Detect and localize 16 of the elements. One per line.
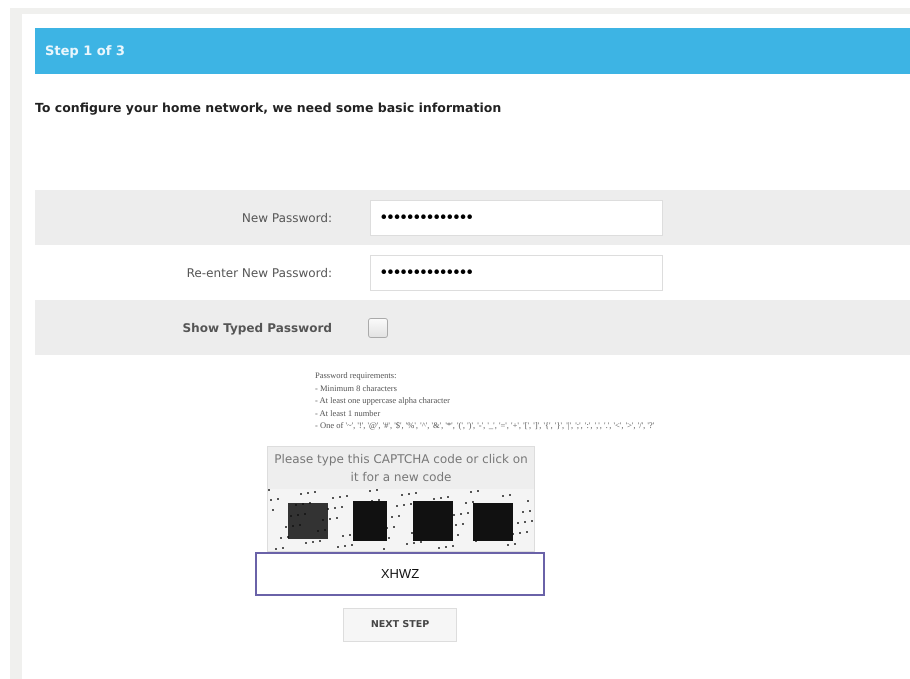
step-title: Step 1 of 3 — [45, 44, 125, 58]
checkbox[interactable] — [368, 318, 388, 338]
password-field[interactable]: •••••••••••••• — [370, 200, 663, 236]
field-label: Show Typed Password — [182, 320, 333, 334]
next-step-button[interactable]: NEXT STEP — [343, 608, 457, 642]
requirement-item: - At least one uppercase alpha character — [315, 394, 451, 406]
field-label: New Password: — [240, 210, 333, 224]
requirements-title: Password requirements: — [315, 369, 398, 382]
captcha-field[interactable]: XHWZ — [255, 552, 545, 596]
captcha-prompt: Please type this CAPTCHA code or click on it for a new code — [273, 450, 529, 486]
intro-text: To configure your home network, we need some basic information — [35, 100, 502, 115]
password-field[interactable]: •••••••••••••• — [370, 254, 663, 290]
requirement-item: - At least 1 number — [315, 406, 382, 419]
requirement-item: - Minimum 8 characters — [315, 382, 398, 394]
field-label: Re-enter New Password: — [186, 266, 333, 280]
requirement-item: - One of '~', '!', '@', '#', '$', '%', '^', '&', '*', '(', ')', '-', '_', '=', '+', '[', ']', '{', '}', '|', ';', ':', ',', '.', '<', '>', '/', '?' — [315, 419, 656, 432]
